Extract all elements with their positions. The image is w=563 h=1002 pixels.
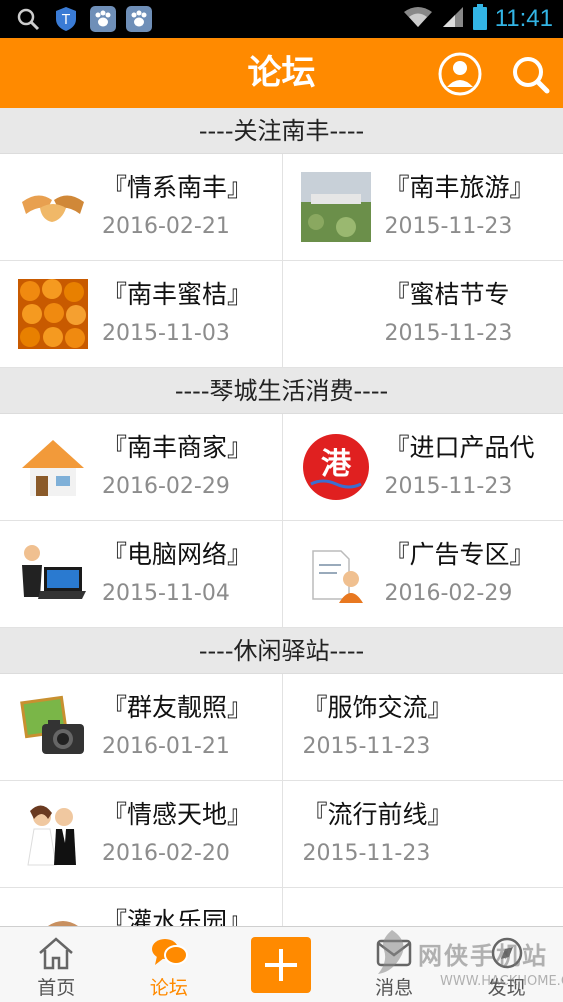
status-bar: T 11:41 xyxy=(0,0,563,38)
tab-label: 论坛 xyxy=(149,977,188,999)
forum-date: 2015-11-23 xyxy=(384,214,513,239)
forum-name: 『群友靓照』 xyxy=(102,693,253,722)
landscape-photo xyxy=(300,172,371,242)
forum-name: 『情感天地』 xyxy=(102,800,253,829)
forum-row: 『南丰商家』 2016-02-29 港 『进口产品代 2015-11-23 xyxy=(0,414,563,521)
forum-list[interactable]: ----关注南丰---- 『情系南丰』 2016-02-21 『南丰旅游』 20… xyxy=(0,108,563,926)
forum-item[interactable]: 『灌水乐园』 xyxy=(0,888,282,926)
forum-row: 『情系南丰』 2016-02-21 『南丰旅游』 2015-11-23 xyxy=(0,154,563,261)
tab-label: 发现 xyxy=(487,977,526,999)
forum-row: 『南丰蜜桔』 2015-11-03 『蜜桔节专 2015-11-23 xyxy=(0,261,563,368)
forum-item[interactable]: 『情感天地』 2016-02-20 xyxy=(0,781,282,887)
partial-icon xyxy=(48,921,78,926)
search-button[interactable] xyxy=(507,51,553,97)
section-header: ----关注南丰---- xyxy=(0,108,563,154)
forum-date: 2016-02-21 xyxy=(102,214,230,239)
port-logo-icon: 港 xyxy=(302,434,369,500)
tab-discover[interactable]: 发现 xyxy=(450,927,563,1002)
forum-row: 『情感天地』 2016-02-20 『流行前线』 2015-11-23 xyxy=(0,781,563,888)
forum-row: 『电脑网络』 2015-11-04 『广告专区』 2016-02-29 xyxy=(0,521,563,628)
forum-name: 『南丰旅游』 xyxy=(384,173,535,202)
forum-item[interactable]: 『广告专区』 2016-02-29 xyxy=(281,521,563,627)
status-time: 11:41 xyxy=(494,5,553,32)
forum-item[interactable]: 港 『进口产品代 2015-11-23 xyxy=(281,414,563,520)
tab-label: 首页 xyxy=(37,977,76,999)
forum-date: 2015-11-23 xyxy=(384,321,513,346)
forum-date: 2016-02-29 xyxy=(102,474,230,499)
tab-label: 消息 xyxy=(375,977,414,999)
chat-bubbles-icon xyxy=(151,939,188,965)
forum-date: 2016-02-20 xyxy=(102,841,230,866)
search-icon xyxy=(14,5,42,33)
forum-row: 『群友靓照』 2016-01-21 『服饰交流』 2015-11-23 xyxy=(0,674,563,781)
forum-item[interactable] xyxy=(281,888,563,926)
home-icon xyxy=(39,937,74,970)
svg-text:港: 港 xyxy=(321,447,352,482)
camera-photo-icon xyxy=(20,695,84,754)
forum-date: 2015-11-04 xyxy=(102,581,230,606)
section-header: ----休闲驿站---- xyxy=(0,628,563,674)
forum-item[interactable]: 『流行前线』 2015-11-23 xyxy=(281,781,563,887)
baidu-paw-icon xyxy=(90,6,116,32)
tab-forum[interactable]: 论坛 xyxy=(113,927,226,1002)
message-icon xyxy=(376,939,412,967)
forum-name: 『蜜桔节专 xyxy=(384,280,510,309)
forum-date: 2016-02-29 xyxy=(384,581,513,606)
document-person-icon xyxy=(311,550,363,603)
forum-name: 『南丰商家』 xyxy=(102,433,253,462)
section-header: ----琴城生活消费---- xyxy=(0,368,563,414)
forum-item[interactable]: 『南丰商家』 2016-02-29 xyxy=(0,414,282,520)
forum-name: 『进口产品代 xyxy=(384,433,535,462)
discover-icon xyxy=(491,937,522,969)
forum-date: 2015-11-23 xyxy=(302,734,431,759)
tab-messages[interactable]: 消息 xyxy=(338,927,451,1002)
baidu-paw-icon xyxy=(126,6,152,32)
forum-date: 2016-01-21 xyxy=(102,734,230,759)
forum-row: 『灌水乐园』 xyxy=(0,888,563,926)
plus-icon xyxy=(265,949,298,981)
handshake-icon xyxy=(22,195,84,222)
forum-name: 『流行前线』 xyxy=(302,800,453,829)
couple-icon xyxy=(27,805,76,866)
forum-date: 2015-11-23 xyxy=(384,474,513,499)
forum-name: 『灌水乐园』 xyxy=(102,907,253,926)
battery-icon xyxy=(472,4,487,34)
forum-name: 『南丰蜜桔』 xyxy=(102,280,253,309)
forum-item[interactable]: 『情系南丰』 2016-02-21 xyxy=(0,154,282,260)
wifi-icon xyxy=(403,6,433,32)
tab-add[interactable] xyxy=(225,927,338,1002)
forum-name: 『广告专区』 xyxy=(384,540,535,569)
house-icon xyxy=(22,440,84,496)
svg-text:T: T xyxy=(61,13,70,28)
forum-item[interactable]: 『电脑网络』 2015-11-04 xyxy=(0,521,282,627)
forum-item[interactable]: 『南丰旅游』 2015-11-23 xyxy=(281,154,563,260)
signal-icon xyxy=(441,6,465,32)
forum-date: 2015-11-23 xyxy=(302,841,431,866)
laptop-user-icon xyxy=(22,545,86,599)
tab-home[interactable]: 首页 xyxy=(0,927,113,1002)
forum-name: 『电脑网络』 xyxy=(102,540,253,569)
app-header: 论坛 xyxy=(0,38,563,108)
profile-button[interactable] xyxy=(437,51,483,97)
forum-name: 『情系南丰』 xyxy=(102,173,253,202)
forum-item[interactable]: 『蜜桔节专 2015-11-23 xyxy=(281,261,563,367)
add-post-button[interactable] xyxy=(251,937,312,993)
forum-date: 2015-11-03 xyxy=(102,321,230,346)
user-icon xyxy=(438,52,482,96)
forum-item[interactable]: 『南丰蜜桔』 2015-11-03 xyxy=(0,261,282,367)
forum-name: 『服饰交流』 xyxy=(302,693,453,722)
search-icon xyxy=(513,57,550,94)
tangerines-photo xyxy=(18,279,88,349)
bottom-tab-bar: 首页 论坛 消息 发现 xyxy=(0,926,563,1002)
shield-icon: T xyxy=(52,5,80,33)
forum-item[interactable]: 『服饰交流』 2015-11-23 xyxy=(281,674,563,780)
forum-item[interactable]: 『群友靓照』 2016-01-21 xyxy=(0,674,282,780)
